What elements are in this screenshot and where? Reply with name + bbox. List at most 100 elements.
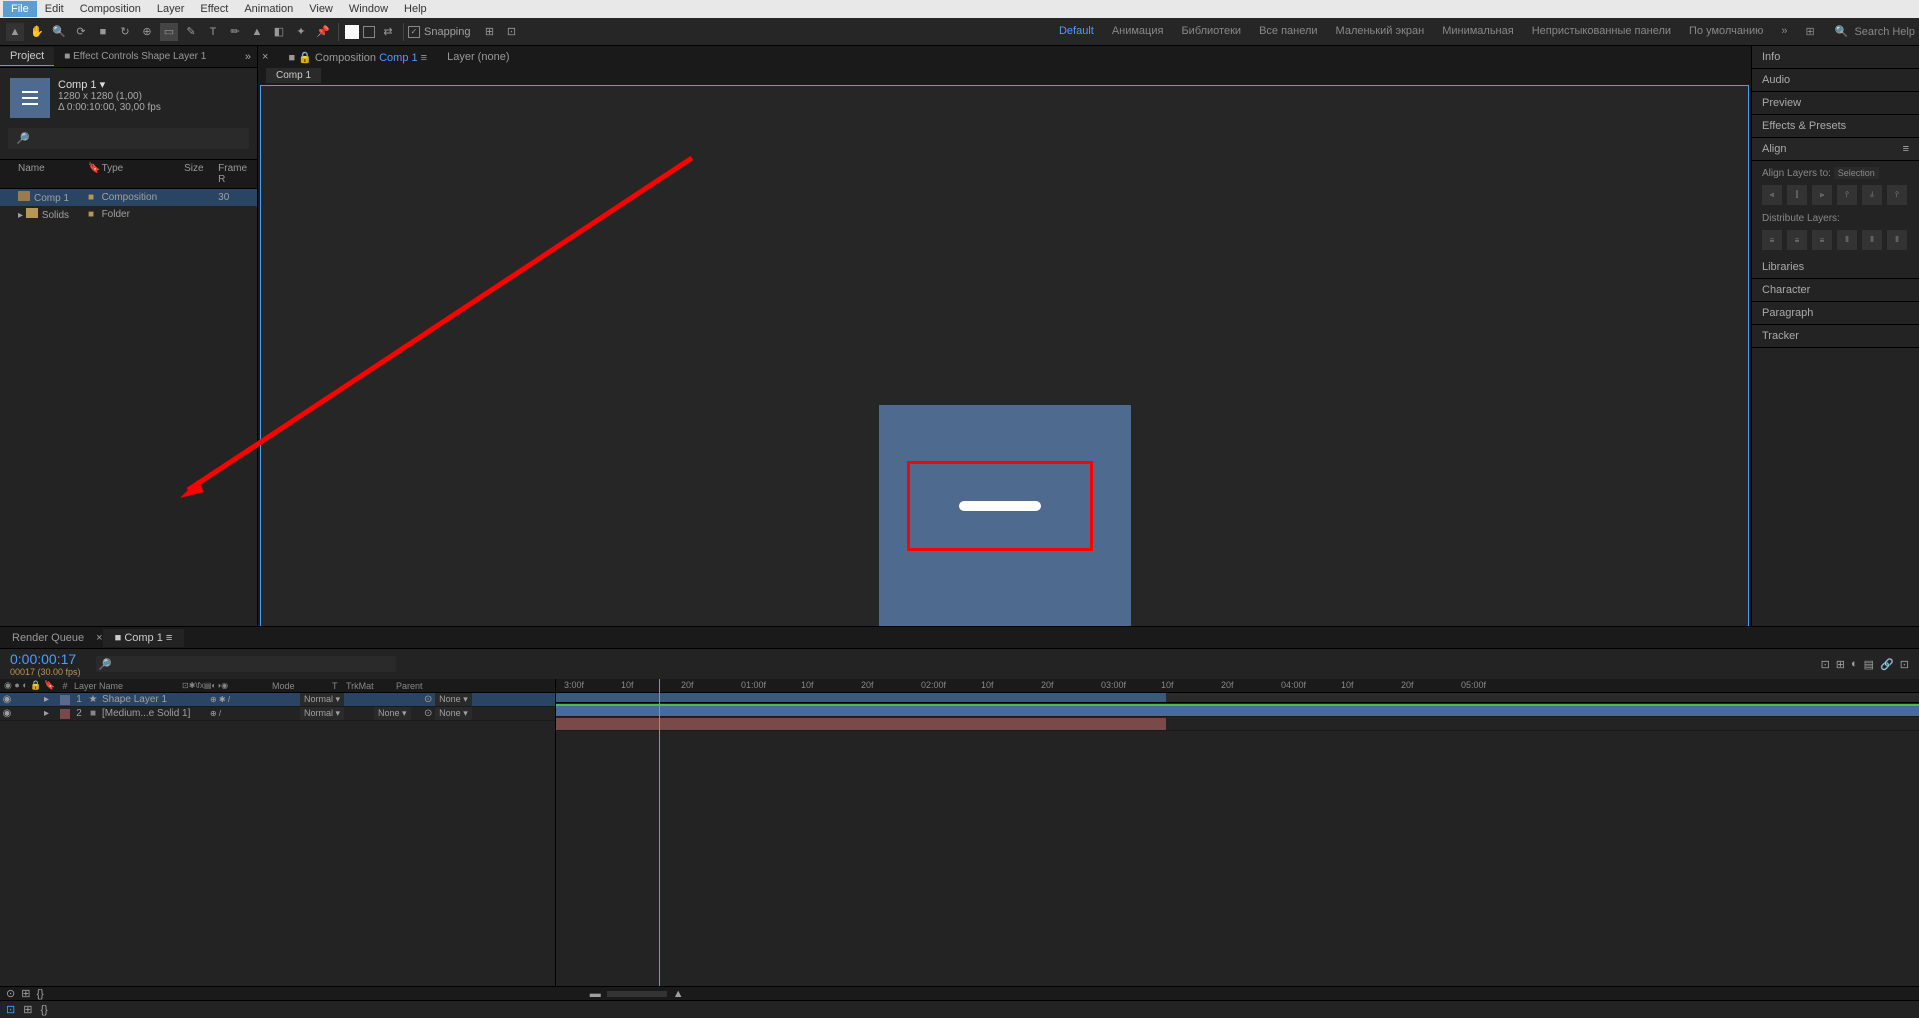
tl-i1-icon[interactable]: ⊡ (1821, 658, 1830, 671)
workspace-undocked[interactable]: Непристыкованные панели (1532, 25, 1671, 38)
workspace-default[interactable]: Default (1059, 25, 1094, 38)
shape-pill[interactable] (959, 501, 1041, 511)
dist-4-icon[interactable]: ⦀ (1837, 230, 1857, 250)
type-tool-icon[interactable]: T (204, 23, 222, 41)
workspace-animation[interactable]: Анимация (1112, 25, 1164, 38)
panel-align[interactable]: Align≡ (1752, 138, 1919, 161)
tab-composition-viewer[interactable]: ■ 🔒 Composition Comp 1 ≡ (288, 51, 427, 64)
layer2-trkmat-dropdown[interactable]: None ▾ (374, 707, 411, 720)
panel-info[interactable]: Info (1752, 46, 1919, 69)
layer2-name[interactable]: [Medium...e Solid 1] (100, 708, 210, 719)
snapping-checkbox[interactable]: ✓ (408, 26, 420, 38)
work-area-bar[interactable] (556, 693, 1919, 703)
eraser-tool-icon[interactable]: ◧ (270, 23, 288, 41)
dist-2-icon[interactable]: ≡ (1787, 230, 1807, 250)
tl-i5-icon[interactable]: 🔗 (1880, 658, 1894, 671)
rotation-tool-icon[interactable]: ↻ (116, 23, 134, 41)
dist-5-icon[interactable]: ⦀ (1862, 230, 1882, 250)
menu-file[interactable]: File (3, 1, 37, 17)
canvas[interactable] (879, 405, 1131, 657)
tf-zoom-slider[interactable] (607, 991, 667, 997)
align-vcenter-icon[interactable]: ⫰ (1862, 185, 1882, 205)
playhead[interactable] (659, 679, 660, 986)
track-layer2[interactable] (556, 718, 1166, 730)
status-icon3[interactable]: {} (40, 1004, 47, 1016)
track-layer1[interactable] (556, 704, 1919, 716)
menu-view[interactable]: View (301, 1, 341, 17)
stroke-icon[interactable] (363, 26, 375, 38)
dist-6-icon[interactable]: ⦀ (1887, 230, 1907, 250)
tl-i3-icon[interactable]: ◐ (1851, 658, 1858, 671)
tf-toggle2-icon[interactable]: ⊞ (21, 987, 30, 1000)
project-search[interactable]: 🔎 (8, 128, 249, 149)
anchor-tool-icon[interactable]: ⊕ (138, 23, 156, 41)
workspace-default-ru[interactable]: По умолчанию (1689, 25, 1763, 38)
workspace-minimal[interactable]: Минимальная (1442, 25, 1514, 38)
timeline-tracks[interactable]: 3:00f 10f 20f 01:00f 10f 20f 02:00f 10f … (556, 679, 1919, 986)
snap-opt1-icon[interactable]: ⊞ (481, 23, 499, 41)
clone-tool-icon[interactable]: ▲ (248, 23, 266, 41)
panel-libraries[interactable]: Libraries (1752, 256, 1919, 279)
workspace-reset-icon[interactable]: ⊞ (1806, 25, 1815, 38)
align-bottom-icon[interactable]: ⫯ (1887, 185, 1907, 205)
layer2-parent-dropdown[interactable]: None ▾ (435, 707, 472, 720)
panel-paragraph[interactable]: Paragraph (1752, 302, 1919, 325)
swap-icon[interactable]: ⇄ (379, 23, 397, 41)
hand-tool-icon[interactable]: ✋ (28, 23, 46, 41)
layer1-parent-dropdown[interactable]: None ▾ (435, 693, 472, 706)
workspace-smallscreen[interactable]: Маленький экран (1336, 25, 1425, 38)
tab-render-queue[interactable]: Render Queue (0, 629, 96, 647)
time-ruler[interactable]: 3:00f 10f 20f 01:00f 10f 20f 02:00f 10f … (556, 679, 1919, 693)
status-icon2[interactable]: ⊞ (23, 1003, 32, 1016)
pen-tool-icon[interactable]: ✎ (182, 23, 200, 41)
layer1-visibility-icon[interactable]: ◉ (0, 694, 14, 705)
menu-help[interactable]: Help (396, 1, 435, 17)
timecode[interactable]: 0:00:00:17 (10, 651, 90, 667)
layer-row-1[interactable]: ◉ ▸ 1 ★ Shape Layer 1 ⊕ ✱ / Normal ▾ ⊙ N… (0, 693, 555, 707)
rectangle-tool-icon[interactable]: ▭ (160, 23, 178, 41)
dist-3-icon[interactable]: ≡ (1812, 230, 1832, 250)
workspace-allpanels[interactable]: Все панели (1259, 25, 1317, 38)
align-left-icon[interactable]: ⫷ (1762, 185, 1782, 205)
orbit-tool-icon[interactable]: ⟳ (72, 23, 90, 41)
align-target-dropdown[interactable]: Selection (1834, 167, 1879, 179)
menu-layer[interactable]: Layer (149, 1, 193, 17)
header-type[interactable]: Type (102, 163, 185, 185)
viewer-close-icon[interactable]: × (262, 51, 268, 63)
panel-audio[interactable]: Audio (1752, 69, 1919, 92)
tf-toggle1-icon[interactable]: ⊙ (6, 987, 15, 1000)
layer1-name[interactable]: Shape Layer 1 (100, 694, 210, 705)
brush-tool-icon[interactable]: ✏ (226, 23, 244, 41)
puppet-tool-icon[interactable]: 📌 (314, 23, 332, 41)
align-right-icon[interactable]: ⫸ (1812, 185, 1832, 205)
panel-effects-presets[interactable]: Effects & Presets (1752, 115, 1919, 138)
tf-zoomout-icon[interactable]: ▬ (590, 988, 601, 1000)
align-hcenter-icon[interactable]: ⫿ (1787, 185, 1807, 205)
tab-layer-viewer[interactable]: Layer (none) (447, 51, 509, 63)
workspace-libraries[interactable]: Библиотеки (1181, 25, 1241, 38)
camera-tool-icon[interactable]: ■ (94, 23, 112, 41)
comp-thumbnail[interactable] (10, 78, 50, 118)
timeline-search[interactable]: 🔎 (96, 656, 396, 672)
tl-i6-icon[interactable]: ⊡ (1900, 658, 1909, 671)
tf-toggle3-icon[interactable]: {} (36, 988, 43, 1000)
layer-row-2[interactable]: ◉ ▸ 2 ■ [Medium...e Solid 1] ⊕ / Normal … (0, 707, 555, 721)
layer1-mode-dropdown[interactable]: Normal ▾ (300, 693, 344, 706)
zoom-tool-icon[interactable]: 🔍 (50, 23, 68, 41)
tl-i4-icon[interactable]: ▤ (1864, 658, 1874, 671)
panel-tracker[interactable]: Tracker (1752, 325, 1919, 348)
snap-opt2-icon[interactable]: ⊡ (503, 23, 521, 41)
header-framer[interactable]: Frame R (218, 163, 257, 185)
header-name[interactable]: Name (0, 163, 88, 185)
fill-icon[interactable] (345, 25, 359, 39)
panel-preview[interactable]: Preview (1752, 92, 1919, 115)
layer2-mode-dropdown[interactable]: Normal ▾ (300, 707, 344, 720)
menu-composition[interactable]: Composition (72, 1, 149, 17)
workspace-overflow-icon[interactable]: » (1781, 25, 1787, 38)
project-item-solids[interactable]: ▸ Solids ■ Folder (0, 206, 257, 223)
menu-effect[interactable]: Effect (192, 1, 236, 17)
tf-zoomin-icon[interactable]: ▲ (673, 988, 684, 1000)
search-help[interactable]: 🔍 Search Help (1835, 25, 1915, 38)
comp-subtab[interactable]: Comp 1 (266, 68, 321, 83)
menu-edit[interactable]: Edit (37, 1, 72, 17)
